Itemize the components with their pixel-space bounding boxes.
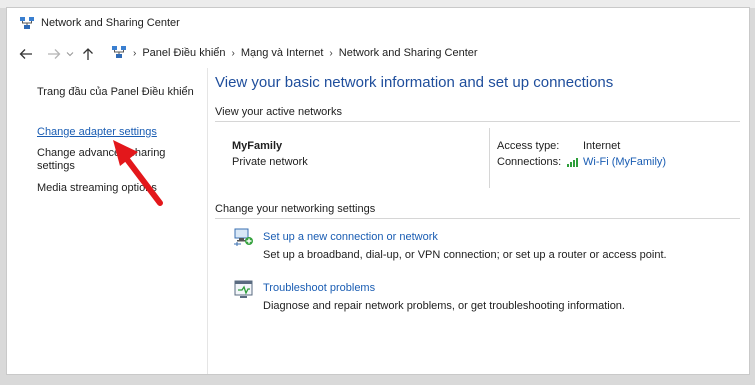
red-arrow-pointer-icon [113, 140, 163, 206]
